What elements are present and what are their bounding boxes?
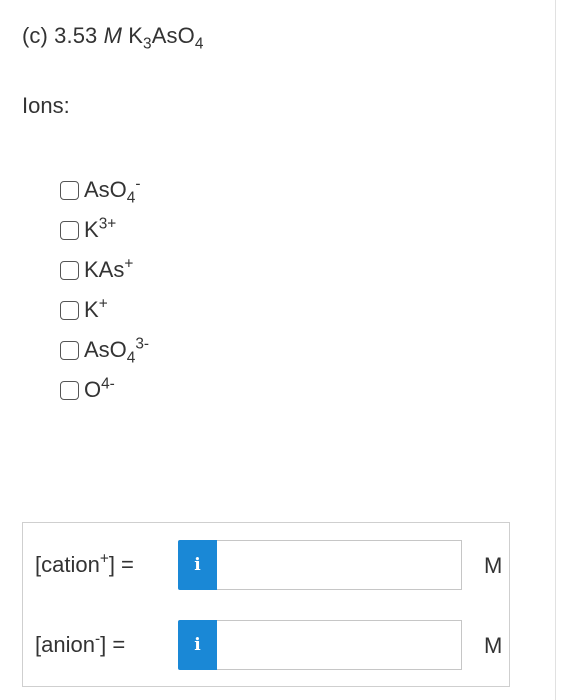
cation-row: [cation+] = i M: [23, 540, 509, 590]
anion-row: [anion-] = i M: [23, 620, 509, 670]
ion-label: K+: [84, 295, 108, 322]
compound-formula: K3AsO4: [128, 23, 204, 53]
cation-concentration-input[interactable]: [217, 540, 462, 590]
anion-concentration-input[interactable]: [217, 620, 462, 670]
ion-label: AsO4-: [84, 175, 141, 207]
cation-unit: M: [484, 553, 503, 578]
question-part: (c): [22, 23, 48, 48]
info-icon[interactable]: i: [178, 540, 217, 590]
ion-option[interactable]: K3+: [60, 210, 149, 250]
question-text: (c) 3.53 M K3AsO4: [22, 23, 204, 53]
checkbox[interactable]: [60, 180, 79, 200]
answer-panel: [cation+] = i M [anion-] = i M: [22, 522, 510, 687]
ion-option[interactable]: O4-: [60, 370, 149, 410]
checkbox[interactable]: [60, 220, 79, 240]
checkbox[interactable]: [60, 340, 79, 360]
ion-label: KAs+: [84, 255, 134, 282]
ion-option[interactable]: KAs+: [60, 250, 149, 290]
info-icon[interactable]: i: [178, 620, 217, 670]
ion-label: K3+: [84, 215, 117, 242]
concentration-value: 3.53: [54, 23, 98, 48]
molar-unit: M: [103, 23, 123, 48]
ion-label: AsO43-: [84, 335, 150, 367]
checkbox[interactable]: [60, 380, 79, 400]
anion-unit: M: [484, 633, 503, 658]
right-divider: [555, 0, 556, 700]
ion-options-list: AsO4- K3+ KAs+ K+ AsO43- O4-: [60, 170, 149, 410]
ion-option[interactable]: AsO4-: [60, 170, 149, 210]
ion-label: O4-: [84, 375, 115, 402]
anion-label: [anion-] =: [35, 630, 126, 657]
checkbox[interactable]: [60, 300, 79, 320]
checkbox[interactable]: [60, 260, 79, 280]
ion-option[interactable]: AsO43-: [60, 330, 149, 370]
ion-option[interactable]: K+: [60, 290, 149, 330]
cation-label: [cation+] =: [35, 550, 134, 577]
ions-label: Ions:: [22, 93, 70, 118]
